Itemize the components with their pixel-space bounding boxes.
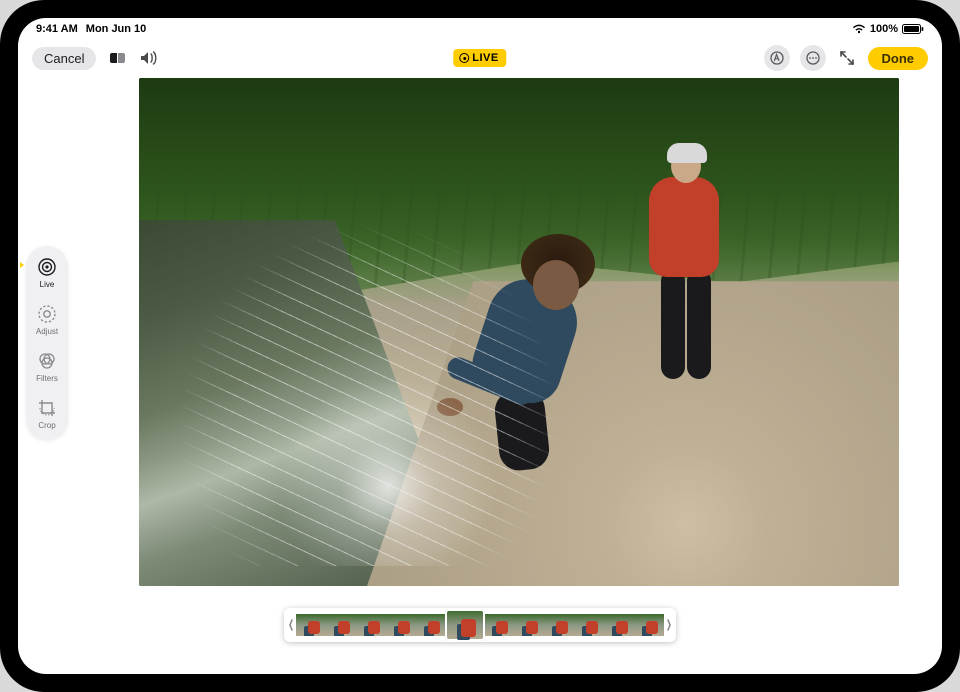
tool-filters[interactable]: Filters (26, 350, 68, 383)
tool-crop[interactable]: Crop (26, 397, 68, 430)
scrubber-frame[interactable] (356, 614, 386, 636)
volume-button[interactable] (138, 45, 160, 71)
fullscreen-icon (839, 50, 855, 66)
photo-canvas[interactable] (139, 78, 899, 586)
tool-adjust[interactable]: Adjust (26, 303, 68, 336)
photo-canvas-wrap (18, 76, 942, 674)
wifi-icon (852, 24, 866, 34)
scrubber-handle-right[interactable] (664, 610, 674, 640)
scrubber-frame[interactable] (634, 614, 664, 636)
live-tool-icon (36, 256, 58, 278)
live-label: LIVE (472, 52, 498, 64)
live-frame-scrubber[interactable] (284, 608, 676, 642)
edit-mode-sidebar: Live Adjust Filters (26, 246, 68, 440)
tool-live[interactable]: Live (26, 256, 68, 289)
status-bar: 9:41 AM Mon Jun 10 100% (18, 18, 942, 40)
photo-water-splash (169, 169, 625, 565)
markup-button[interactable] (764, 45, 790, 71)
editor-main: Live Adjust Filters (18, 76, 942, 674)
status-time: 9:41 AM (36, 23, 78, 35)
live-photo-badge[interactable]: LIVE (453, 49, 506, 67)
scrubber-frame[interactable] (514, 614, 544, 636)
scrubber-frame[interactable] (386, 614, 416, 636)
scrubber-frame[interactable] (604, 614, 634, 636)
scrubber-frame[interactable] (296, 614, 326, 636)
compare-icon (110, 53, 125, 63)
done-button[interactable]: Done (868, 47, 929, 70)
live-icon (459, 53, 469, 63)
tool-label: Filters (36, 374, 58, 383)
tool-label: Live (40, 280, 55, 289)
scrubber-frame[interactable] (484, 614, 514, 636)
battery-icon (902, 24, 924, 34)
photo-person-standing (641, 149, 731, 389)
volume-icon (140, 51, 158, 65)
scrubber-frame[interactable] (416, 614, 446, 636)
cancel-button[interactable]: Cancel (32, 47, 96, 70)
tool-label: Crop (38, 421, 55, 430)
more-button[interactable] (800, 45, 826, 71)
filters-tool-icon (36, 350, 58, 372)
ipad-device-frame: 9:41 AM Mon Jun 10 100% Cancel (0, 0, 960, 692)
scrubber-frame[interactable] (574, 614, 604, 636)
markup-icon (770, 51, 784, 65)
screen: 9:41 AM Mon Jun 10 100% Cancel (18, 18, 942, 674)
scrubber-frame[interactable] (446, 610, 484, 640)
scrubber-handle-left[interactable] (286, 610, 296, 640)
adjust-tool-icon (36, 303, 58, 325)
editor-toolbar: Cancel LIVE (18, 40, 942, 76)
compare-toggle-button[interactable] (106, 45, 128, 71)
scrubber-frame[interactable] (544, 614, 574, 636)
fullscreen-button[interactable] (836, 45, 858, 71)
tool-label: Adjust (36, 327, 58, 336)
crop-tool-icon (36, 397, 58, 419)
status-date: Mon Jun 10 (86, 23, 147, 35)
more-icon (806, 51, 820, 65)
scrubber-frame[interactable] (326, 614, 356, 636)
battery-percent: 100% (870, 23, 898, 35)
